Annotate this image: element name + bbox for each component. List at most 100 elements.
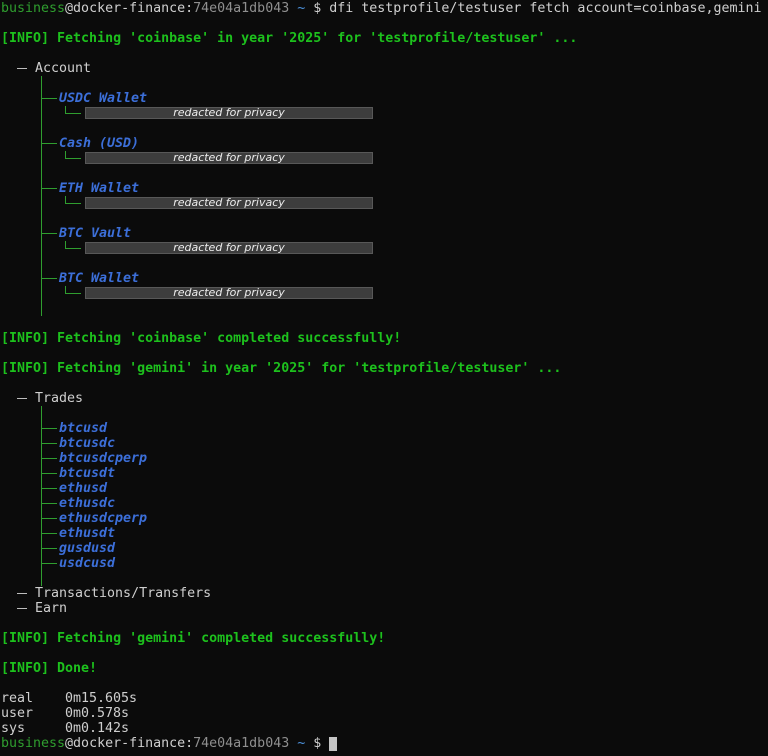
trade-pair: ethusdc <box>59 496 115 511</box>
timing-label: sys <box>1 721 65 736</box>
tree-branch-icon <box>37 466 57 481</box>
redacted-value-bar: redacted for privacy <box>85 197 373 209</box>
tree-corner-icon <box>61 151 81 166</box>
tree-branch-icon <box>37 91 57 106</box>
tree-vertical-row <box>1 211 768 226</box>
trade-pair: btcusdcperp <box>59 451 147 466</box>
tree-branch-icon <box>37 421 57 436</box>
blank-line <box>1 316 768 331</box>
log-line-gemini-done: [INFO] Fetching 'gemini' completed succe… <box>1 631 768 646</box>
prompt-host: @docker-finance: <box>65 1 193 16</box>
tree-vertical-line <box>37 301 45 316</box>
tree-branch-icon <box>37 226 57 241</box>
tree-item-trade: btcusdcperp <box>1 451 768 466</box>
tree-item-trade: btcusdt <box>1 466 768 481</box>
wallet-name: USDC Wallet <box>59 91 147 106</box>
tree-vertical-line <box>37 571 45 586</box>
tree-item-redacted-value: redacted for privacy <box>1 241 768 256</box>
timing-label: real <box>1 691 65 706</box>
tree-item-wallet: ETH Wallet <box>1 181 768 196</box>
tree-item-wallet: BTC Vault <box>1 226 768 241</box>
tree-corner-icon <box>61 196 81 211</box>
tree-branch-icon <box>37 181 57 196</box>
tree-vertical-line <box>37 166 45 181</box>
wallet-name: BTC Wallet <box>59 271 139 286</box>
tree-branch-icon <box>37 496 57 511</box>
log-text: [INFO] Fetching 'coinbase' completed suc… <box>1 331 401 346</box>
tree-item-trade: usdcusd <box>1 556 768 571</box>
redacted-value-bar: redacted for privacy <box>85 242 373 254</box>
tree-dash-icon <box>17 391 27 406</box>
blank-line <box>1 16 768 31</box>
tree-vertical-line <box>37 211 45 226</box>
log-text: [INFO] Fetching 'gemini' in year '2025' … <box>1 361 561 376</box>
tree-vertical-row <box>1 256 768 271</box>
tree-vertical-line <box>37 151 45 166</box>
prompt-symbol: $ <box>305 736 329 751</box>
prompt-user: business <box>1 736 65 751</box>
timing-value: 0m0.142s <box>65 721 129 736</box>
trade-pair: btcusd <box>59 421 107 436</box>
tree-item-trade: ethusdcperp <box>1 511 768 526</box>
trade-pair: btcusdt <box>59 466 115 481</box>
tree-item-redacted-value: redacted for privacy <box>1 106 768 121</box>
trade-pair: ethusdcperp <box>59 511 147 526</box>
prompt-path: ~ <box>289 1 305 16</box>
tree-corner-icon <box>61 286 81 301</box>
trade-pair: ethusd <box>59 481 107 496</box>
log-text: [INFO] Done! <box>1 661 97 676</box>
tree-vertical-line <box>37 76 45 91</box>
tree-vertical-line <box>37 406 45 421</box>
tree-branch-icon <box>37 511 57 526</box>
tree-item-redacted-value: redacted for privacy <box>1 196 768 211</box>
redacted-value-bar: redacted for privacy <box>85 287 373 299</box>
tree-dash-icon <box>17 61 27 76</box>
command-text: dfi testprofile/testuser fetch account=c… <box>329 1 761 16</box>
tree-item-redacted-value: redacted for privacy <box>1 286 768 301</box>
blank-line <box>1 616 768 631</box>
tree-root-transactions: Transactions/Transfers <box>1 586 768 601</box>
wallet-name: ETH Wallet <box>59 181 139 196</box>
tree-item-trade: ethusdc <box>1 496 768 511</box>
tree-vertical-row <box>1 121 768 136</box>
tree-root-label: Transactions/Transfers <box>35 586 211 601</box>
tree-corner-icon <box>61 106 81 121</box>
tree-root-label: Account <box>35 61 91 76</box>
timing-label: user <box>1 706 65 721</box>
tree-vertical-line <box>37 241 45 256</box>
tree-vertical-row <box>1 301 768 316</box>
redacted-value-bar: redacted for privacy <box>85 152 373 164</box>
blank-line <box>1 646 768 661</box>
prompt-container-id: 74e04a1db043 <box>193 1 289 16</box>
terminal-window[interactable]: business@docker-finance:74e04a1db043 ~ $… <box>0 0 768 756</box>
prompt-symbol: $ <box>305 1 329 16</box>
log-text: [INFO] Fetching 'gemini' completed succe… <box>1 631 385 646</box>
tree-corner-icon <box>61 241 81 256</box>
tree-branch-icon <box>37 451 57 466</box>
tree-vertical-row <box>1 166 768 181</box>
prompt-host: @docker-finance: <box>65 736 193 751</box>
prompt-container-id: 74e04a1db043 <box>193 736 289 751</box>
prompt-line-current[interactable]: business@docker-finance:74e04a1db043 ~ $ <box>1 736 768 751</box>
tree-root-label: Trades <box>35 391 83 406</box>
log-line-coinbase-done: [INFO] Fetching 'coinbase' completed suc… <box>1 331 768 346</box>
tree-item-trade: gusdusd <box>1 541 768 556</box>
tree-root-label: Earn <box>35 601 67 616</box>
tree-item-wallet: BTC Wallet <box>1 271 768 286</box>
tree-root-trades: Trades <box>1 391 768 406</box>
tree-vertical-line <box>37 106 45 121</box>
terminal-cursor[interactable] <box>329 737 337 751</box>
timing-value: 0m0.578s <box>65 706 129 721</box>
tree-item-trade: btcusd <box>1 421 768 436</box>
log-text: [INFO] Fetching 'coinbase' in year '2025… <box>1 31 577 46</box>
tree-vertical-line <box>37 286 45 301</box>
tree-branch-icon <box>37 136 57 151</box>
tree-vertical-row <box>1 76 768 91</box>
timing-row-sys: sys0m0.142s <box>1 721 768 736</box>
tree-branch-icon <box>37 541 57 556</box>
trade-pair: ethusdt <box>59 526 115 541</box>
prompt-user: business <box>1 1 65 16</box>
trade-pair: gusdusd <box>59 541 115 556</box>
tree-branch-icon <box>37 436 57 451</box>
tree-dash-icon <box>17 586 27 601</box>
